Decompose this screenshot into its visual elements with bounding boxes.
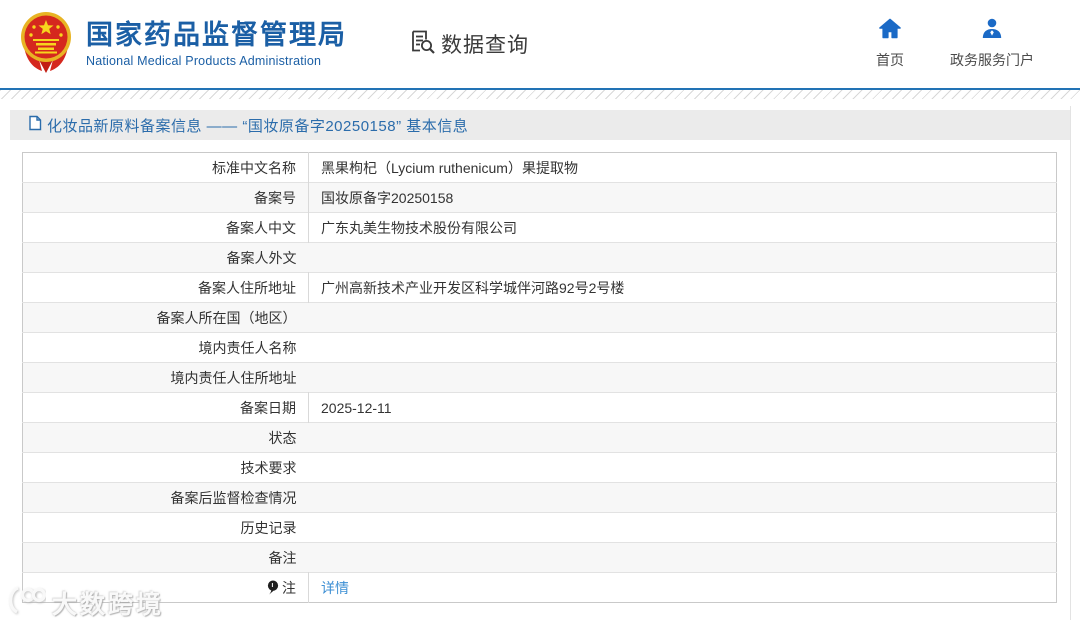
nav-item-gov-portal[interactable]: 政务服务门户 — [950, 18, 1034, 70]
table-row: 备案后监督检查情况 — [22, 482, 1057, 513]
row-label: 备案人所在国（地区） — [156, 309, 297, 326]
row-value — [309, 363, 1057, 393]
row-label: 境内责任人名称 — [198, 339, 297, 356]
row-label: 状态 — [268, 429, 297, 446]
row-value: 详情 — [308, 572, 1057, 603]
row-value: 2025-12-11 — [308, 392, 1057, 423]
document-icon — [28, 115, 42, 136]
row-value: 黑果枸杞（Lycium ruthenicum）果提取物 — [308, 152, 1057, 183]
row-label: 备案人外文 — [226, 249, 297, 266]
site-title-cn: 国家药品监督管理局 — [86, 19, 347, 50]
table-row: 境内责任人住所地址 — [22, 362, 1057, 393]
table-row: 境内责任人名称 — [22, 332, 1057, 363]
row-value — [309, 483, 1057, 513]
site-title-en: National Medical Products Administration — [86, 54, 322, 69]
data-query-label: 数据查询 — [441, 34, 529, 57]
row-label: 标准中文名称 — [212, 159, 296, 176]
row-label: 境内责任人住所地址 — [170, 369, 297, 386]
table-row: 注详情 — [22, 572, 1057, 603]
row-label: 备案号 — [254, 189, 296, 206]
row-label: 注 — [23, 573, 309, 603]
row-value — [309, 453, 1057, 483]
nmpa-logo[interactable]: 国家药品监督管理局 National Medical Products Admi… — [18, 10, 347, 79]
table-row: 标准中文名称 黑果枸杞（Lycium ruthenicum）果提取物 — [22, 152, 1057, 183]
site-header: 国家药品监督管理局 National Medical Products Admi… — [0, 0, 1080, 88]
row-label: 备案日期 — [240, 399, 296, 416]
nav-item-home[interactable]: 首页 — [876, 18, 904, 70]
row-label: 备注 — [268, 549, 297, 566]
row-value: 广州高新技术产业开发区科学城伴河路92号2号楼 — [308, 272, 1057, 303]
note-balloon-icon — [267, 580, 279, 598]
row-value — [309, 513, 1057, 543]
page-title: 化妆品新原料备案信息 —— “国妆原备字20250158” 基本信息 — [47, 117, 469, 135]
table-row: 状态 — [22, 422, 1057, 453]
row-value: 国妆原备字20250158 — [308, 182, 1057, 213]
filing-table-body: 标准中文名称 黑果枸杞（Lycium ruthenicum）果提取物 备案号 国妆原备… — [22, 152, 1057, 603]
row-label: 备案人住所地址 — [198, 279, 296, 296]
table-row: 备案人外文 — [22, 242, 1057, 273]
table-row: 备案人所在国（地区） — [22, 302, 1057, 333]
china-national-emblem-icon — [18, 10, 74, 79]
data-query-section[interactable]: 数据查询 — [409, 28, 529, 60]
table-row: 备案日期 2025-12-11 — [22, 392, 1057, 423]
page: 国家药品监督管理局 National Medical Products Admi… — [0, 0, 1080, 627]
table-row: 备案号 国妆原备字20250158 — [22, 182, 1057, 213]
row-label: 历史记录 — [240, 519, 297, 536]
home-icon — [878, 18, 902, 44]
row-value — [309, 303, 1057, 333]
row-value — [309, 243, 1057, 273]
row-label: 技术要求 — [240, 459, 297, 476]
table-row: 备注 — [22, 542, 1057, 573]
logo-titles: 国家药品监督管理局 National Medical Products Admi… — [86, 20, 347, 68]
filing-info-table-wrap: 标准中文名称 黑果枸杞（Lycium ruthenicum）果提取物 备案号 国妆原备… — [22, 152, 1057, 603]
row-value — [309, 423, 1057, 453]
row-label: 备案后监督检查情况 — [170, 489, 297, 506]
row-value: 广东丸美生物技术股份有限公司 — [308, 212, 1057, 243]
table-row: 历史记录 — [22, 512, 1057, 543]
row-value — [309, 333, 1057, 363]
nav-gov-portal-label: 政务服务门户 — [950, 52, 1034, 68]
nav-home-label: 首页 — [876, 52, 904, 68]
main-content: 化妆品新原料备案信息 —— “国妆原备字20250158” 基本信息 标准中文名… — [0, 110, 1080, 603]
table-row: 技术要求 — [22, 452, 1057, 483]
user-icon — [980, 18, 1004, 44]
document-search-icon — [409, 28, 436, 60]
header-nav: 首页 政务服务门户 — [876, 18, 1034, 70]
details-link[interactable]: 详情 — [321, 580, 349, 596]
table-row: 备案人住所地址 广州高新技术产业开发区科学城伴河路92号2号楼 — [22, 272, 1057, 303]
table-row: 备案人中文 广东丸美生物技术股份有限公司 — [22, 212, 1057, 243]
filing-info-table: 标准中文名称 黑果枸杞（Lycium ruthenicum）果提取物 备案号 国妆原备… — [22, 152, 1057, 603]
page-right-border — [1070, 106, 1071, 620]
row-value — [309, 543, 1057, 573]
breadcrumb: 化妆品新原料备案信息 —— “国妆原备字20250158” 基本信息 — [10, 110, 1070, 140]
row-label: 备案人中文 — [226, 219, 296, 236]
hatch-divider — [0, 90, 1080, 99]
